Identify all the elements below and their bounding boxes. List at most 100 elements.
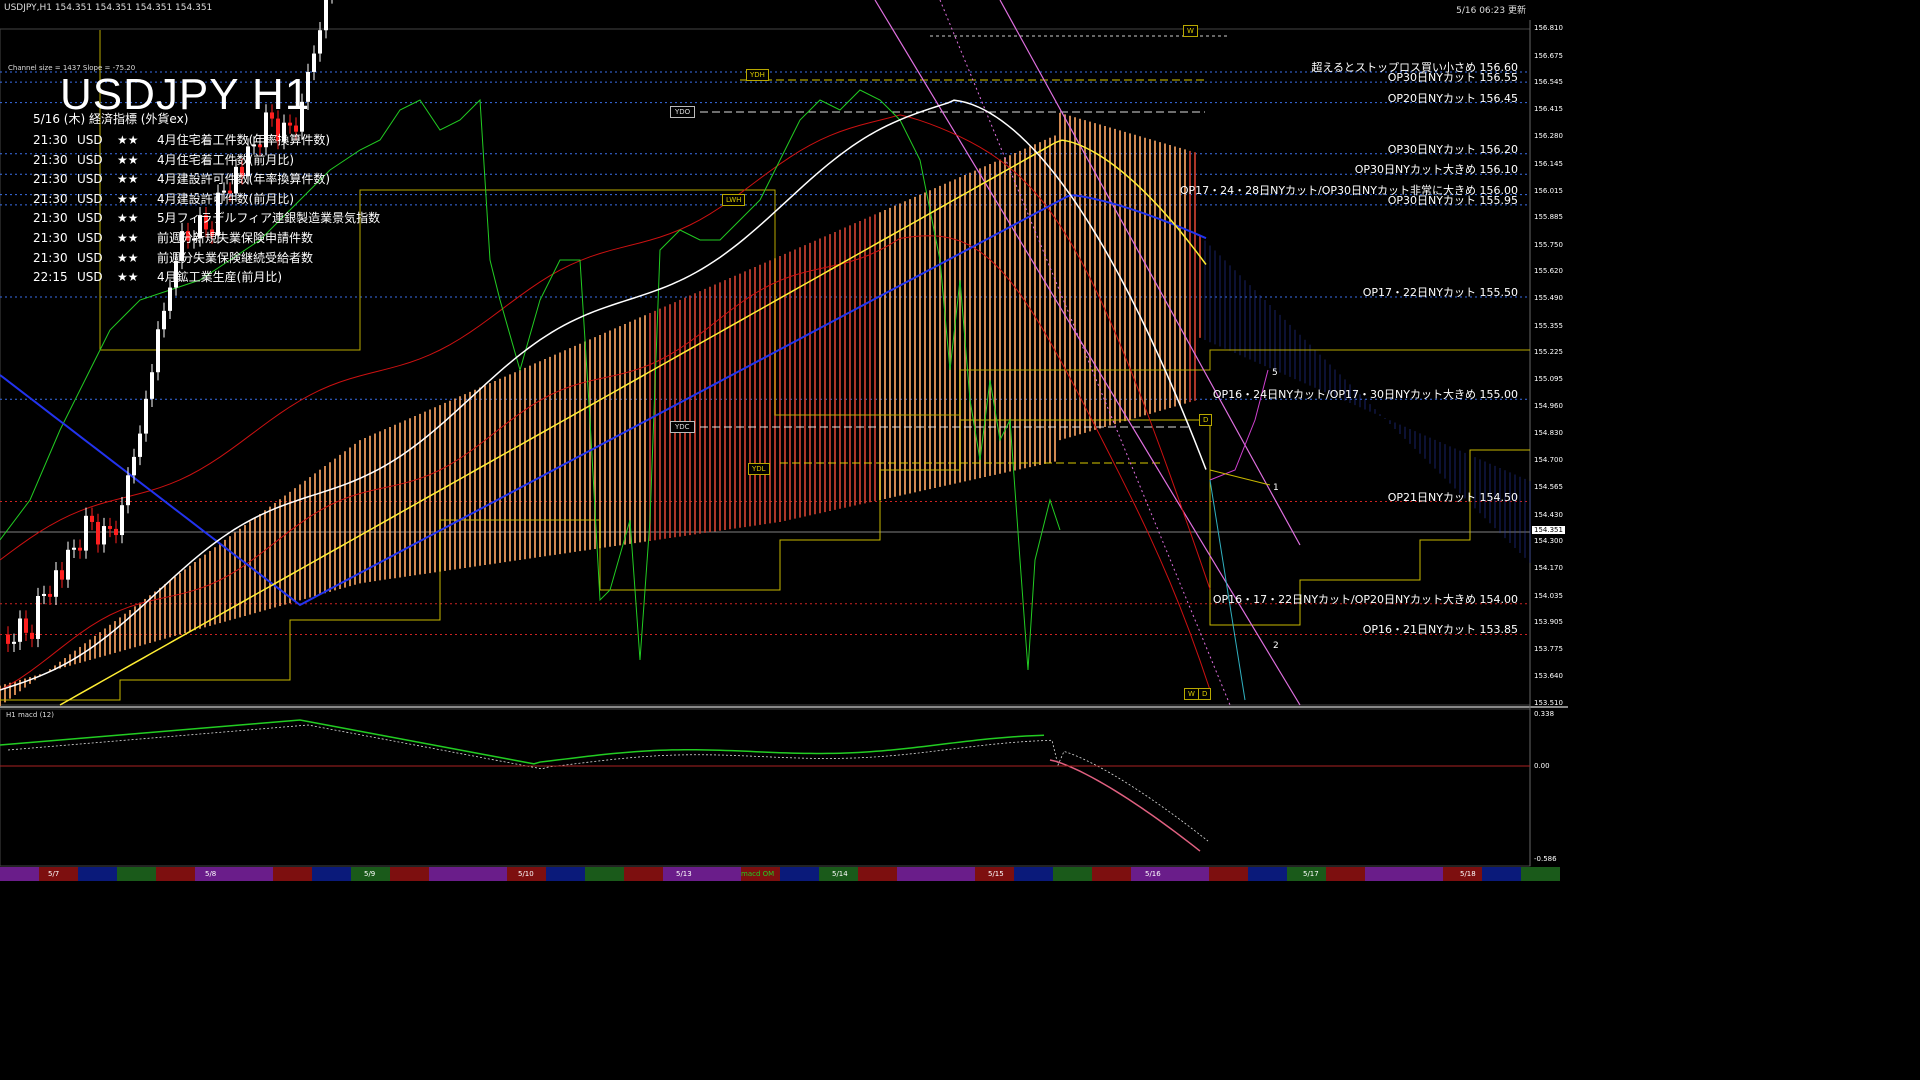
option-level-annotation: OP17・22日NYカット 155.50	[1362, 285, 1518, 299]
candle	[24, 618, 28, 633]
price-axis-label: 155.620	[1534, 267, 1563, 276]
calendar-event: 21:30 USD ★★ 4月建設許可件数(前月比)	[33, 190, 380, 210]
ydc-label: YDC	[670, 421, 695, 433]
macd-line	[0, 719, 1045, 765]
candle	[78, 547, 82, 551]
event-importance: ★★	[117, 230, 139, 245]
calendar-heading: 5/16 (木) 経済指標 (外貨ex)	[33, 112, 189, 126]
channel-line	[939, 0, 1231, 706]
calendar-event: 21:30 USD ★★ 4月建設許可件数(年率換算件数)	[33, 170, 380, 190]
option-level-annotation: OP30日NYカット大きめ 156.10	[1354, 163, 1518, 177]
event-currency: USD	[77, 250, 103, 265]
current-price-tag: 154.351	[1532, 526, 1565, 534]
weekly-high-label: W	[1183, 25, 1198, 37]
candle	[312, 53, 316, 72]
ydl-label: YDL	[748, 463, 770, 475]
event-importance: ★★	[117, 191, 139, 206]
calendar-event: 21:30 USD ★★ 前週分失業保険継続受給者数	[33, 249, 380, 269]
price-axis-label: 156.280	[1534, 132, 1563, 141]
event-name: 前週分失業保険継続受給者数	[157, 250, 314, 265]
event-time: 21:30	[33, 152, 68, 167]
candle	[144, 398, 148, 434]
date-bar-segment	[117, 867, 156, 881]
price-axis-label: 154.830	[1534, 429, 1563, 437]
date-bar-segment	[312, 867, 351, 881]
date-bar-segment	[1365, 867, 1404, 881]
candle	[48, 593, 52, 597]
date-bar-segment	[897, 867, 936, 881]
candle	[84, 515, 88, 551]
macd-badge: macd OM	[741, 870, 775, 878]
date-axis-label: 5/10	[518, 870, 534, 878]
candle	[102, 526, 106, 545]
candle	[42, 593, 46, 596]
price-axis-label: 154.700	[1534, 455, 1563, 464]
date-bar-segment	[1326, 867, 1365, 881]
candle	[162, 310, 166, 330]
date-bar-segment	[0, 867, 39, 881]
lwh-label: LWH	[722, 194, 746, 206]
symbol-info: USDJPY,H1 154.351 154.351 154.351 154.35…	[4, 3, 213, 13]
candle	[138, 433, 142, 457]
date-bar-segment	[624, 867, 663, 881]
candle	[54, 570, 58, 597]
event-time: 21:30	[33, 172, 68, 187]
event-time: 21:30	[33, 230, 68, 245]
price-axis-label: 154.170	[1534, 564, 1563, 572]
event-currency: USD	[77, 270, 103, 285]
candle	[66, 549, 70, 580]
event-currency: USD	[77, 191, 103, 206]
event-time: 21:30	[33, 250, 68, 265]
calendar-event: 21:30 USD ★★ 5月フィラデルフィア連銀製造業景気指数	[33, 209, 380, 229]
date-bar-segment	[1209, 867, 1248, 881]
price-axis-label: 154.300	[1534, 537, 1563, 546]
macd-axis-bottom: -0.586	[1534, 855, 1557, 863]
price-axis-label: 153.510	[1534, 699, 1563, 707]
event-currency: USD	[77, 133, 103, 147]
daily-low-label: D	[1198, 688, 1212, 700]
date-bar-segment	[429, 867, 468, 881]
ydo-label: YDO	[670, 106, 696, 118]
date-bar-segment	[468, 867, 507, 881]
price-axis-label: 154.960	[1534, 402, 1563, 411]
event-name: 4月建設許可件数(前月比)	[157, 191, 294, 206]
projection-line	[1209, 469, 1271, 486]
date-bar-segment	[273, 867, 312, 881]
candle	[60, 570, 64, 580]
event-currency: USD	[77, 172, 103, 187]
date-bar-segment	[1521, 867, 1560, 881]
date-axis-label: 5/8	[205, 870, 217, 878]
date-bar-segment	[702, 867, 741, 881]
price-axis-label: 155.750	[1534, 240, 1563, 249]
event-time: 21:30	[33, 211, 68, 226]
price-axis-label: 156.145	[1534, 160, 1563, 169]
candle	[156, 329, 160, 373]
date-bar-segment	[546, 867, 585, 881]
price-axis-label: 155.225	[1534, 348, 1563, 357]
price-axis-label: 153.640	[1534, 672, 1563, 681]
candle	[30, 632, 34, 639]
candle	[72, 547, 76, 550]
macd-axis-zero: 0.00	[1534, 762, 1550, 770]
event-currency: USD	[77, 211, 103, 226]
option-level-annotation: OP20日NYカット 156.45	[1387, 91, 1518, 105]
date-bar-segment	[1092, 867, 1131, 881]
date-bar-segment	[936, 867, 975, 881]
date-bar-segment	[1404, 867, 1443, 881]
price-axis-label: 153.775	[1534, 644, 1563, 653]
wave-label-1: 1	[1273, 483, 1279, 493]
candle	[324, 0, 328, 31]
date-axis-label: 5/16	[1145, 870, 1161, 878]
wave-label-2: 2	[1273, 641, 1279, 651]
candle	[318, 30, 322, 54]
macd-axis-top: 0.338	[1534, 710, 1555, 718]
date-bar-segment	[1170, 867, 1209, 881]
price-axis-label: 155.885	[1534, 213, 1563, 222]
candle	[18, 618, 22, 642]
option-level-annotation: OP30日NYカット 155.95	[1387, 193, 1518, 207]
date-axis-label: 5/13	[676, 870, 692, 878]
price-axis-label: 155.095	[1534, 374, 1563, 383]
calendar-event: 21:30 USD ★★ 4月住宅着工件数(年率換算件数)	[33, 131, 380, 151]
price-axis-label: 156.415	[1534, 104, 1563, 113]
candle	[114, 528, 118, 536]
